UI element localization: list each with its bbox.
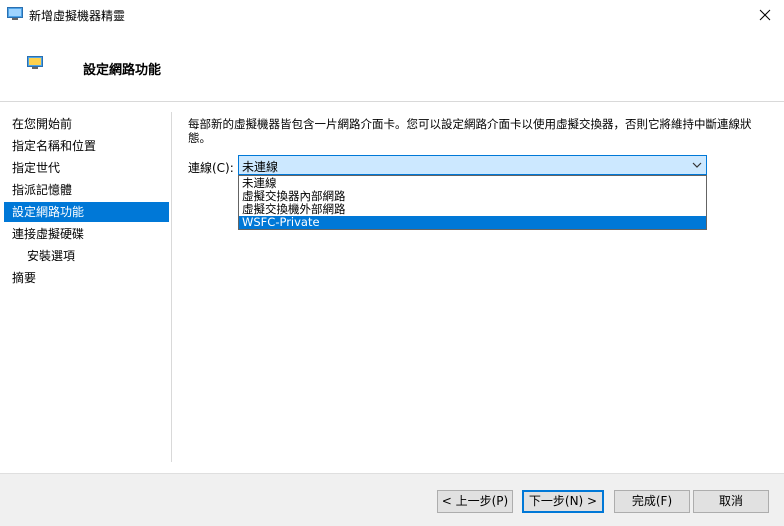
window-title: 新增虛擬機器精靈 (29, 9, 126, 23)
previous-button[interactable]: < 上一步(P) (437, 490, 513, 513)
nav-item-name-location[interactable]: 指定名稱和位置 (4, 136, 169, 156)
nav-item-installation-options[interactable]: 安裝選項 (4, 246, 169, 266)
cancel-button[interactable]: 取消 (693, 490, 769, 513)
nav-item-memory[interactable]: 指派記憶體 (4, 180, 169, 200)
next-button[interactable]: 下一步(N) > (522, 490, 604, 513)
sidebar-divider (171, 112, 172, 462)
network-monitor-icon (27, 56, 43, 69)
header-divider (0, 101, 784, 102)
connection-label: 連線(C): (188, 161, 234, 175)
dropdown-option-wsfc-private[interactable]: WSFC-Private (239, 216, 706, 229)
nav-item-summary[interactable]: 摘要 (4, 268, 169, 288)
finish-button[interactable]: 完成(F) (614, 490, 690, 513)
monitor-icon (7, 7, 23, 20)
title-bar: 新增虛擬機器精靈 (0, 0, 784, 30)
nav-item-virtual-hard-disk[interactable]: 連接虛擬硬碟 (4, 224, 169, 244)
nav-item-generation[interactable]: 指定世代 (4, 158, 169, 178)
wizard-steps-nav: 在您開始前 指定名稱和位置 指定世代 指派記憶體 設定網路功能 連接虛擬硬碟 安… (0, 112, 171, 472)
connection-select[interactable]: 未連線 (238, 155, 707, 175)
nav-item-networking[interactable]: 設定網路功能 (4, 202, 169, 222)
connection-dropdown-list: 未連線 虛擬交換器內部網路 虛擬交換機外部網路 WSFC-Private (238, 175, 707, 230)
wizard-footer: < 上一步(P) 下一步(N) > 完成(F) 取消 (0, 473, 784, 526)
wizard-header: 設定網路功能 (0, 30, 784, 102)
chevron-down-icon[interactable] (692, 160, 702, 170)
close-icon[interactable] (752, 2, 778, 28)
nav-item-before-you-begin[interactable]: 在您開始前 (4, 114, 169, 134)
page-title: 設定網路功能 (83, 63, 162, 78)
description-text: 每部新的虛擬機器皆包含一片網路介面卡。您可以設定網路介面卡以使用虛擬交換器，否則… (188, 117, 752, 145)
connection-select-value: 未連線 (242, 160, 279, 174)
